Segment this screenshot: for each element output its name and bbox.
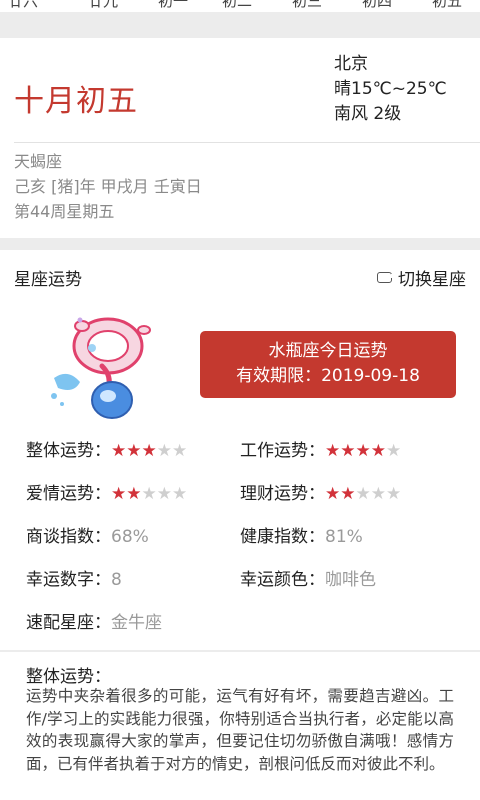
rating-stars: ★★★★★ xyxy=(325,484,401,504)
fact-health: 健康指数：81% xyxy=(240,522,363,547)
star-empty-icon: ★ xyxy=(370,484,386,504)
banner-title: 水瓶座今日运势 xyxy=(268,341,388,361)
switch-constellation-button[interactable]: 切换星座 xyxy=(377,265,466,290)
rating-label: 理财运势： xyxy=(240,484,325,504)
overall-text: 运势中夹杂着很多的可能，运气有好有坏，需要趋吉避凶。工作/学习上的实践能力很强，… xyxy=(26,687,454,773)
overall-fortune-card: 整体运势： 运势中夹杂着很多的可能，运气有好有坏，需要趋吉避凶。工作/学习上的实… xyxy=(0,652,480,800)
week-number: 第44周星期五 xyxy=(14,202,115,221)
star-empty-icon: ★ xyxy=(156,441,172,461)
aquarius-mascot-image xyxy=(51,317,151,419)
fortune-row: 商谈指数：68% 健康指数：81% xyxy=(26,522,466,565)
switch-label: 切换星座 xyxy=(398,270,466,290)
divider xyxy=(14,142,480,143)
star-filled-icon: ★ xyxy=(126,484,142,504)
section-title: 星座运势 xyxy=(14,270,82,290)
fact-value: 8 xyxy=(111,570,122,590)
star-filled-icon: ★ xyxy=(111,441,127,461)
fact-negotiation: 商谈指数：68% xyxy=(26,522,149,547)
star-filled-icon: ★ xyxy=(340,484,356,504)
rating-wealth: 理财运势：★★★★★ xyxy=(240,479,401,504)
weather-panel[interactable]: 北京 晴15℃~25℃ 南风 2级 xyxy=(334,52,447,127)
fact-lucky-color: 幸运颜色：咖啡色 xyxy=(240,565,376,590)
rating-stars: ★★★★★ xyxy=(325,441,401,461)
star-empty-icon: ★ xyxy=(355,484,371,504)
date-card: 十月初五 北京 晴15℃~25℃ 南风 2级 天蝎座 己亥 [猪]年 甲戌月 壬… xyxy=(0,38,480,238)
rating-overall: 整体运势：★★★★★ xyxy=(26,436,187,461)
week-day-5[interactable]: 初三 xyxy=(292,0,322,11)
fact-lucky-number: 幸运数字：8 xyxy=(26,565,122,590)
weather-condition: 晴15℃~25℃ xyxy=(334,79,447,99)
fact-value: 68% xyxy=(111,527,149,547)
rating-love: 爱情运势：★★★★★ xyxy=(26,479,187,504)
week-day-2[interactable]: 廿九 xyxy=(88,0,118,11)
star-empty-icon: ★ xyxy=(172,484,188,504)
constellation-name: 天蝎座 xyxy=(14,152,63,171)
fortune-row: 整体运势：★★★★★ 工作运势：★★★★★ xyxy=(26,436,466,479)
rating-stars: ★★★★★ xyxy=(111,441,187,461)
star-empty-icon: ★ xyxy=(386,441,402,461)
rating-label: 爱情运势： xyxy=(26,484,111,504)
fact-label: 健康指数： xyxy=(240,527,325,547)
fact-match: 速配星座：金牛座 xyxy=(26,608,162,633)
today-horoscope-banner[interactable]: 水瓶座今日运势 有效期限：2019-09-18 xyxy=(200,331,456,398)
fact-value: 咖啡色 xyxy=(325,570,376,590)
overall-title: 整体运势： xyxy=(26,667,111,687)
star-filled-icon: ★ xyxy=(355,441,371,461)
rating-label: 整体运势： xyxy=(26,441,111,461)
fact-label: 幸运颜色： xyxy=(240,570,325,590)
fact-label: 商谈指数： xyxy=(26,527,111,547)
star-empty-icon: ★ xyxy=(141,484,157,504)
star-filled-icon: ★ xyxy=(126,441,142,461)
star-filled-icon: ★ xyxy=(141,441,157,461)
week-day-1[interactable]: 廿六 xyxy=(8,0,38,11)
star-filled-icon: ★ xyxy=(111,484,127,504)
fortune-row: 速配星座：金牛座 xyxy=(26,608,466,651)
weather-city: 北京 xyxy=(334,54,368,74)
rating-stars: ★★★★★ xyxy=(111,484,187,504)
star-empty-icon: ★ xyxy=(386,484,402,504)
star-filled-icon: ★ xyxy=(325,484,341,504)
fact-value: 金牛座 xyxy=(111,613,162,633)
star-filled-icon: ★ xyxy=(325,441,341,461)
week-day-3[interactable]: 初一 xyxy=(158,0,188,11)
star-empty-icon: ★ xyxy=(172,441,188,461)
week-day-7[interactable]: 初五 xyxy=(432,0,462,11)
star-empty-icon: ★ xyxy=(156,484,172,504)
date-info: 天蝎座 己亥 [猪]年 甲戌月 壬寅日 第44周星期五 xyxy=(14,149,202,224)
fact-value: 81% xyxy=(325,527,363,547)
rating-label: 工作运势： xyxy=(240,441,325,461)
fortune-row: 爱情运势：★★★★★ 理财运势：★★★★★ xyxy=(26,479,466,522)
star-filled-icon: ★ xyxy=(370,441,386,461)
week-day-4[interactable]: 初二 xyxy=(222,0,252,11)
fortune-grid: 整体运势：★★★★★ 工作运势：★★★★★ 爱情运势：★★★★★ 理财运势：★★… xyxy=(26,436,466,651)
star-filled-icon: ★ xyxy=(340,441,356,461)
ganzhi-date: 己亥 [猪]年 甲戌月 壬寅日 xyxy=(14,177,202,196)
fact-label: 速配星座： xyxy=(26,613,111,633)
banner-validity: 有效期限：2019-09-18 xyxy=(236,366,420,386)
horoscope-card: 星座运势 切换星座 水瓶座今日运势 有效期限：2019-09-18 整体运势：★… xyxy=(0,250,480,650)
weather-wind: 南风 2级 xyxy=(334,104,402,124)
lunar-date: 十月初五 xyxy=(14,84,138,119)
fortune-row: 幸运数字：8 幸运颜色：咖啡色 xyxy=(26,565,466,608)
week-day-6[interactable]: 初四 xyxy=(362,0,392,11)
lunar-week-strip[interactable]: 廿六 廿九 初一 初二 初三 初四 初五 xyxy=(0,0,480,12)
swap-icon xyxy=(377,272,395,283)
rating-work: 工作运势：★★★★★ xyxy=(240,436,401,461)
fact-label: 幸运数字： xyxy=(26,570,111,590)
